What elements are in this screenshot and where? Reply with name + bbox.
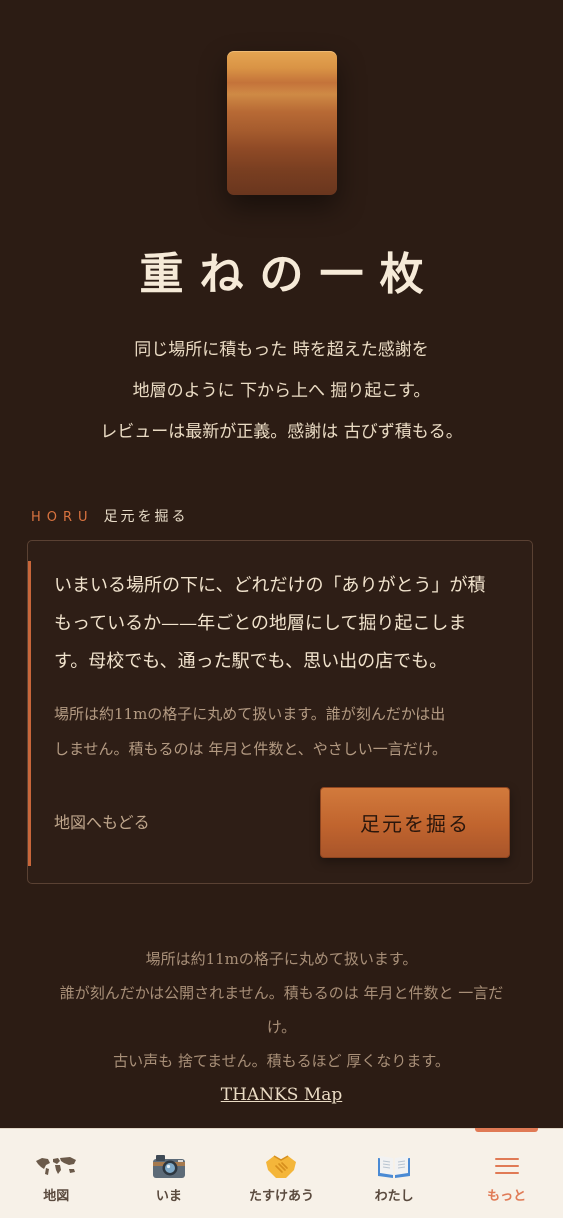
footer-line: け。 xyxy=(266,1018,297,1036)
card-lead-line: いまいる場所の下に、どれだけの「ありがとう」が積 xyxy=(54,575,486,596)
menu-icon xyxy=(450,1151,563,1181)
tab-me[interactable]: わたし xyxy=(338,1129,451,1218)
page-title: 重ねの一枚 xyxy=(139,249,440,300)
footer-line: 古い声も 捨てません。積もるほど 厚くなります。 xyxy=(113,1052,450,1070)
tab-label: いま xyxy=(155,1189,182,1204)
active-tab-indicator xyxy=(475,1128,538,1132)
tab-now[interactable]: いま xyxy=(113,1129,226,1218)
footer-line: 場所は約11mの格子に丸めて扱います。 xyxy=(145,950,418,968)
dig-button[interactable]: 足元を掘る xyxy=(320,787,510,858)
card-note-text: 場所は約11mの格子に丸めて扱います。誰が刻んだかは出 しません。積もるのは 年… xyxy=(54,697,514,767)
intro-text: 同じ場所に積もった 時を超えた感謝を 地層のように 下から上へ 掘り起こす。 レ… xyxy=(0,330,563,453)
tab-label: たすけあう xyxy=(248,1189,314,1204)
world-map-icon xyxy=(0,1151,113,1181)
footer-text: 場所は約11mの格子に丸めて扱います。 誰が刻んだかは公開されません。積もるのは… xyxy=(30,942,533,1078)
open-book-icon xyxy=(338,1151,451,1181)
section-label-ja: 足元を掘る xyxy=(103,509,189,525)
section-label: HORU 足元を掘る xyxy=(31,506,189,526)
card-lead-line: もっているか——年ごとの地層にして掘り起こしま xyxy=(54,613,467,634)
card-note-line: しません。積もるのは 年月と件数と、やさしい一言だけ。 xyxy=(54,740,447,758)
tab-label: もっと xyxy=(487,1189,527,1204)
intro-line: 同じ場所に積もった 時を超えた感謝を xyxy=(134,340,429,360)
tab-help[interactable]: たすけあう xyxy=(225,1129,338,1218)
intro-line: レビューは最新が正義。感謝は 古びず積もる。 xyxy=(100,422,463,442)
strata-card-illustration xyxy=(227,51,337,195)
dig-card: いまいる場所の下に、どれだけの「ありがとう」が積 もっているか——年ごとの地層に… xyxy=(27,540,533,884)
footer-link-wrap: THANKS Map xyxy=(0,1085,563,1105)
card-lead-text: いまいる場所の下に、どれだけの「ありがとう」が積 もっているか——年ごとの地層に… xyxy=(54,567,512,681)
camera-icon xyxy=(113,1151,226,1181)
card-lead-line: す。母校でも、通った駅でも、思い出の店でも。 xyxy=(54,651,448,672)
handshake-icon xyxy=(225,1151,338,1181)
intro-line: 地層のように 下から上へ 掘り起こす。 xyxy=(132,381,431,401)
back-to-map-link[interactable]: 地図へもどる xyxy=(54,809,150,833)
strata-layers-image xyxy=(227,51,337,195)
main-content: 重ねの一枚 同じ場所に積もった 時を超えた感謝を 地層のように 下から上へ 掘り… xyxy=(0,0,563,1128)
tab-map[interactable]: 地図 xyxy=(0,1129,113,1218)
card-note-line: 場所は約11mの格子に丸めて扱います。誰が刻んだかは出 xyxy=(54,705,446,723)
thanks-map-link[interactable]: THANKS Map xyxy=(221,1085,343,1105)
footer-line: 誰が刻んだかは公開されません。積もるのは 年月と件数と 一言だ xyxy=(59,984,504,1002)
tab-more[interactable]: もっと xyxy=(450,1128,563,1218)
tab-label: わたし xyxy=(374,1189,414,1204)
tab-label: 地図 xyxy=(43,1189,70,1204)
section-label-en: HORU xyxy=(31,510,94,525)
bottom-tab-bar: 地図 いま たすけあう わたし もっと xyxy=(0,1128,563,1218)
card-accent-bar xyxy=(28,561,31,866)
